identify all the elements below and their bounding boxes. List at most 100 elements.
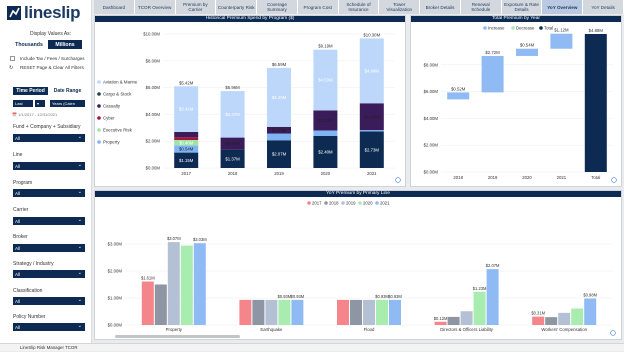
data-label: $0.40M <box>179 140 194 145</box>
x-tick-label: 2020 <box>522 175 532 180</box>
display-values-label: Display Values As: <box>30 31 72 37</box>
x-tick-label: 2019 <box>274 171 284 176</box>
tab-yoy-overview[interactable]: YoY Overview <box>542 0 584 14</box>
line-select[interactable]: All ⌄ <box>13 162 85 170</box>
bar <box>447 316 460 325</box>
info-icon <box>610 330 616 336</box>
data-label: $1.61M <box>141 276 155 281</box>
data-label: $0.50M <box>272 128 287 133</box>
bar <box>571 308 584 325</box>
filter-label: Program <box>13 180 33 186</box>
date-range-tab[interactable]: Date Range <box>50 87 85 95</box>
filter-label: Classification <box>13 288 43 294</box>
chevron-down-icon: ⌄ <box>77 162 82 168</box>
legend-marker <box>483 26 487 30</box>
bar <box>376 299 388 325</box>
tab-premium-by-carrier[interactable]: Premium by Carrier <box>175 0 217 14</box>
x-tick-label: 2020 <box>321 171 331 176</box>
date-range-readout: 📅 1/1/2017 - 12/31/2021 <box>12 112 58 117</box>
bar <box>180 245 193 325</box>
include-tax-checkbox[interactable] <box>10 56 15 61</box>
bar <box>434 321 447 325</box>
legend-marker <box>97 92 101 96</box>
classification-select[interactable]: All ⌄ <box>13 297 85 305</box>
tab-counterparty-risk[interactable]: Counterparty Risk <box>216 0 258 14</box>
bar <box>291 299 304 325</box>
data-label: $3.07M <box>167 236 181 241</box>
brand-name: lineslip <box>24 3 81 22</box>
tab-tower-visualization[interactable]: Tower Visualization <box>379 0 421 14</box>
bar <box>265 299 278 325</box>
legend-label: Casualty <box>103 104 121 109</box>
strategy-select[interactable]: All ⌄ <box>13 270 85 278</box>
period-value-select[interactable]: Last <box>13 100 33 107</box>
time-period-tab[interactable]: Time Period <box>13 87 48 95</box>
data-label: $2.07M <box>486 263 500 268</box>
chevron-down-icon: ⌄ <box>77 323 82 329</box>
filter-label: Carrier <box>13 207 29 213</box>
data-label: $0.52M <box>451 86 466 91</box>
yoy-primary-line-chart: $0.00M $1.00M $2.00M $3.00M 2017 2018 2019 2020… <box>108 201 616 336</box>
y-tick-label: $2.00M <box>108 269 123 274</box>
y-tick-label: $6.00M <box>146 85 161 90</box>
legend-label: 2020 <box>363 201 373 206</box>
bar <box>167 242 180 325</box>
tab-program-cost[interactable]: Program Cost <box>297 0 339 14</box>
y-tick-label: $8.00M <box>146 58 161 63</box>
bar-segment <box>174 137 199 140</box>
reset-filters-button[interactable]: RESET Page & Clear All Filters <box>20 65 84 70</box>
horizontal-scrollbar[interactable] <box>115 335 240 338</box>
period-unit-select[interactable]: Years (Calen <box>50 100 85 107</box>
millions-toggle[interactable]: Millions <box>48 40 82 49</box>
bar-segment <box>359 130 384 132</box>
y-tick-label: $4.00M <box>146 112 161 117</box>
x-tick-label: Total <box>591 175 600 180</box>
chevron-down-icon: ⌄ <box>77 297 82 303</box>
fund-company-select[interactable]: All ⌄ <box>13 134 85 142</box>
bar <box>337 299 349 325</box>
program-select[interactable]: All ⌄ <box>13 189 85 197</box>
waterfall-bar <box>516 48 538 56</box>
carrier-select[interactable]: All ⌄ <box>13 217 85 225</box>
x-tick-label: 2018 <box>453 175 463 180</box>
tab-schedule-of-insurance[interactable]: Schedule of Insurance <box>338 0 380 14</box>
y-tick-label: $1.00M <box>108 296 123 301</box>
data-label: $2.07M <box>272 152 287 157</box>
x-tick-label: 2021 <box>367 171 377 176</box>
legend-label: Decrease <box>516 26 535 31</box>
y-tick-label: $0.00M <box>424 170 439 175</box>
y-tick-label: $4.00M <box>424 116 439 121</box>
tab-yoy-details[interactable]: YoY Details <box>583 0 624 14</box>
tab-renewal-schedule[interactable]: Renewal Schedule <box>460 0 502 14</box>
bar <box>558 312 571 325</box>
y-tick-label: $3.00M <box>108 242 123 247</box>
y-tick-label: $10.00M <box>143 32 160 37</box>
bar <box>252 299 265 325</box>
chevron-down-icon: ⌄ <box>77 244 82 250</box>
period-count-select[interactable]: ▾ <box>35 100 45 107</box>
y-tick-label: $0.00M <box>146 166 161 171</box>
data-label: $4.88M <box>589 28 604 33</box>
tab-exposure-rate-details[interactable]: Exposure & Rate Details <box>501 0 543 14</box>
legend-marker <box>341 201 345 205</box>
x-tick-label: Directors & Officers Liability <box>440 327 494 332</box>
bar-segment <box>313 130 338 136</box>
bar <box>239 299 252 325</box>
legend-label: 2017 <box>312 201 322 206</box>
broker-select[interactable]: All ⌄ <box>13 244 85 252</box>
waterfall-bar <box>447 92 470 100</box>
bar <box>278 299 291 325</box>
x-tick-label: Property <box>166 327 183 332</box>
bar <box>193 243 206 325</box>
tab-broker-details[interactable]: Broker Details <box>420 0 461 14</box>
y-tick-label: $2.00M <box>146 139 161 144</box>
tab-dashboard[interactable]: Dashboard <box>94 0 135 14</box>
tab-coverage-summary[interactable]: Coverage Summary <box>257 0 298 14</box>
tab-tcor-overview[interactable]: TCOR Overview <box>134 0 176 14</box>
chevron-down-icon: ⌄ <box>77 217 82 223</box>
policy-number-select[interactable]: All ⌄ <box>13 323 85 331</box>
thousands-toggle[interactable]: Thousands <box>12 40 46 49</box>
y-tick-label: $0.00M <box>108 323 123 328</box>
filter-label: Broker <box>13 234 28 240</box>
reset-icon[interactable]: ↻ <box>9 65 13 71</box>
